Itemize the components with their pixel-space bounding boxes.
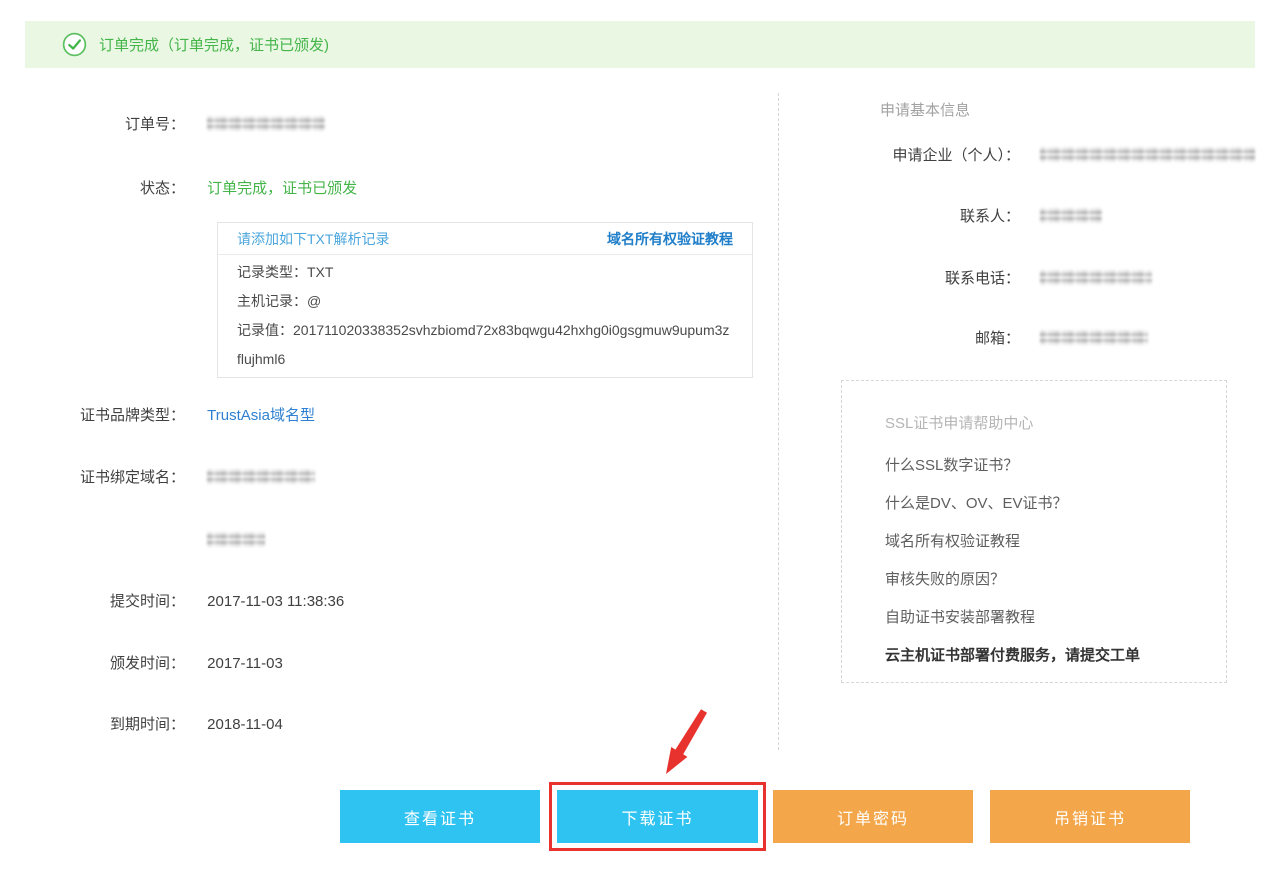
order-number-value-redacted <box>207 116 325 131</box>
email-row: 邮箱： <box>790 329 1250 348</box>
cert-domain-value-2-redacted <box>207 532 265 547</box>
submit-time-value: 2017-11-03 11:38:36 <box>207 593 344 610</box>
apply-info-title: 申请基本信息 <box>880 101 970 120</box>
ssl-help-box: SSL证书申请帮助中心 什么SSL数字证书？ 什么是DV、OV、EV证书？ 域名… <box>841 380 1227 683</box>
email-value-redacted <box>1040 330 1148 345</box>
issue-time-label: 颁发时间： <box>25 654 185 673</box>
order-number-label: 订单号： <box>25 115 185 134</box>
phone-row: 联系电话： <box>790 269 1250 288</box>
record-value-line: 记录值：201711020338352svhzbiomd72x83bqwgu42… <box>237 316 733 374</box>
status-row: 状态： 订单完成，证书已颁发 <box>25 179 765 198</box>
email-label: 邮箱： <box>790 329 1020 348</box>
cert-brand-row: 证书品牌类型： TrustAsia域名型 <box>25 406 765 425</box>
check-circle-icon <box>62 32 87 57</box>
expire-time-value: 2018-11-04 <box>207 716 283 733</box>
txt-record-body: 记录类型：TXT 主机记录：@ 记录值：201711020338352svhzb… <box>218 255 752 374</box>
record-type-line: 记录类型：TXT <box>237 258 733 287</box>
column-divider <box>778 93 779 750</box>
domain-verify-tutorial-link[interactable]: 域名所有权验证教程 <box>607 229 733 249</box>
ssl-help-title: SSL证书申请帮助中心 <box>885 414 1216 433</box>
cert-brand-link[interactable]: TrustAsia域名型 <box>207 407 315 424</box>
submit-time-row: 提交时间： 2017-11-03 11:38:36 <box>25 592 765 611</box>
order-password-button[interactable]: 订单密码 <box>773 790 973 843</box>
contact-row: 联系人： <box>790 207 1250 226</box>
help-link-paid-deploy[interactable]: 云主机证书部署付费服务，请提交工单 <box>885 646 1216 665</box>
order-status-text: 订单完成（订单完成，证书已颁发) <box>99 34 329 55</box>
help-link-install-guide[interactable]: 自助证书安装部署教程 <box>885 608 1216 627</box>
annotation-arrow-icon <box>660 708 708 778</box>
status-value: 订单完成，证书已颁发 <box>207 180 357 197</box>
company-value-redacted <box>1040 147 1255 162</box>
cert-brand-label: 证书品牌类型： <box>25 406 185 425</box>
expire-time-label: 到期时间： <box>25 715 185 734</box>
contact-value-redacted <box>1040 208 1102 223</box>
cert-domain-value-redacted <box>207 469 315 484</box>
order-detail-page: 订单完成（订单完成，证书已颁发) 订单号： 状态： 订单完成，证书已颁发 请添加… <box>0 0 1280 874</box>
highlight-frame: 下载证书 <box>549 782 766 851</box>
order-number-row: 订单号： <box>25 115 765 134</box>
contact-label: 联系人： <box>790 207 1020 226</box>
submit-time-label: 提交时间： <box>25 592 185 611</box>
company-label: 申请企业（个人）： <box>790 146 1020 165</box>
help-link-domain-verify[interactable]: 域名所有权验证教程 <box>885 532 1216 551</box>
cert-domain-row-2 <box>25 531 765 550</box>
help-link-dv-ov-ev[interactable]: 什么是DV、OV、EV证书？ <box>885 494 1216 513</box>
expire-time-row: 到期时间： 2018-11-04 <box>25 715 765 734</box>
txt-record-box: 请添加如下TXT解析记录 域名所有权验证教程 记录类型：TXT 主机记录：@ 记… <box>217 222 753 378</box>
phone-label: 联系电话： <box>790 269 1020 288</box>
download-cert-button[interactable]: 下载证书 <box>557 790 758 843</box>
view-cert-button[interactable]: 查看证书 <box>340 790 540 843</box>
cert-domain-label: 证书绑定域名： <box>25 468 185 487</box>
txt-record-box-header: 请添加如下TXT解析记录 域名所有权验证教程 <box>218 223 752 255</box>
order-status-banner: 订单完成（订单完成，证书已颁发) <box>25 21 1255 68</box>
status-label: 状态： <box>25 179 185 198</box>
cert-domain-row: 证书绑定域名： <box>25 468 765 487</box>
issue-time-row: 颁发时间： 2017-11-03 <box>25 654 765 673</box>
issue-time-value: 2017-11-03 <box>207 655 283 672</box>
host-record-line: 主机记录：@ <box>237 287 733 316</box>
txt-record-title: 请添加如下TXT解析记录 <box>237 229 389 249</box>
help-link-what-is-ssl[interactable]: 什么SSL数字证书？ <box>885 456 1216 475</box>
help-link-review-fail[interactable]: 审核失败的原因？ <box>885 570 1216 589</box>
revoke-cert-button[interactable]: 吊销证书 <box>990 790 1190 843</box>
company-row: 申请企业（个人）： <box>790 146 1250 165</box>
phone-value-redacted <box>1040 270 1152 285</box>
